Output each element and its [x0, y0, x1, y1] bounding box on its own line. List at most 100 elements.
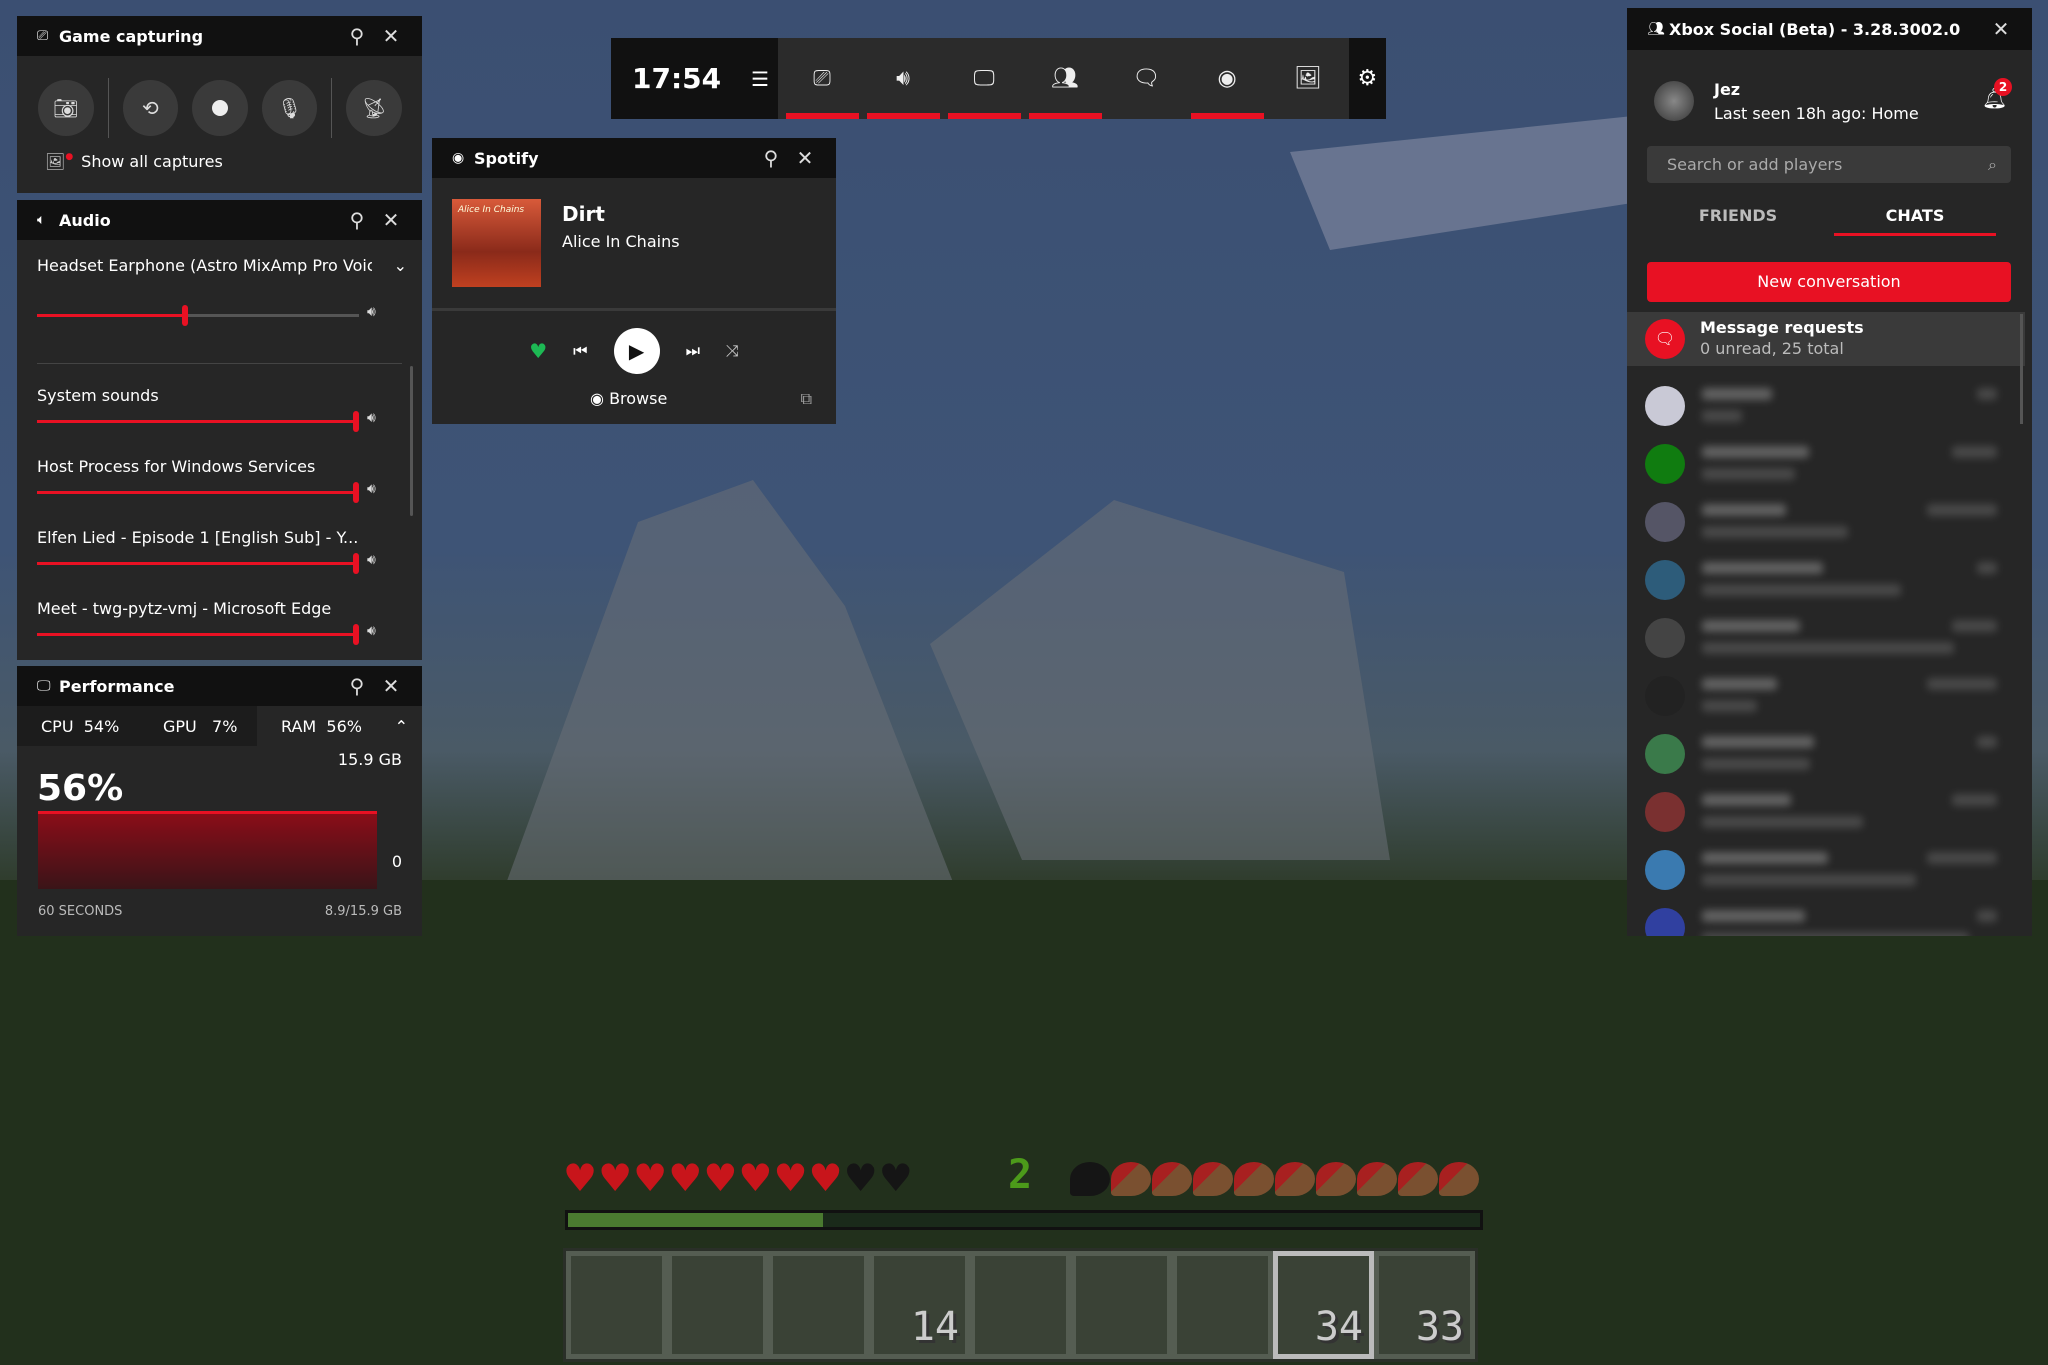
- drumstick-icon: [1193, 1162, 1233, 1196]
- pin-icon[interactable]: ⚲: [340, 208, 374, 232]
- chat-item[interactable]: [1627, 492, 2017, 550]
- chat-item[interactable]: [1627, 724, 2017, 782]
- active-indicator: [866, 113, 940, 119]
- avatar: [1645, 676, 1685, 716]
- notifications-button[interactable]: 🔔︎ 2: [1982, 78, 2012, 110]
- record-last-button[interactable]: ⟲: [122, 80, 179, 136]
- album-art: Alice In Chains: [452, 199, 541, 287]
- active-indicator: [785, 113, 859, 119]
- settings-button[interactable]: ⚙: [1348, 38, 1386, 119]
- hotbar-slot-crafting-table[interactable]: [566, 1251, 667, 1359]
- close-icon[interactable]: ✕: [374, 24, 408, 48]
- next-track-button[interactable]: ⏭: [686, 341, 700, 361]
- cpu-tab[interactable]: CPU 54%: [17, 717, 141, 736]
- performance-widget-button[interactable]: 🖵: [944, 38, 1025, 119]
- browse-button[interactable]: ◉ Browse: [590, 389, 667, 408]
- spotify-icon: ◉: [590, 389, 604, 408]
- hotbar-slot-wooden-sword[interactable]: [768, 1251, 869, 1359]
- xbox-social-panel: 👥︎ Xbox Social (Beta) - 3.28.3002.0 ✕ Jez …: [1627, 8, 2032, 936]
- chat-item[interactable]: [1627, 608, 2017, 666]
- speaker-icon[interactable]: 🔊︎: [367, 552, 376, 568]
- chat-item[interactable]: [1627, 550, 2017, 608]
- chat-item[interactable]: [1627, 376, 2017, 434]
- previous-track-button[interactable]: ⏮: [573, 341, 587, 361]
- show-all-captures-link[interactable]: 🖼︎● Show all captures: [45, 152, 223, 171]
- chevron-up-icon[interactable]: ⌃: [395, 717, 408, 736]
- speaker-icon[interactable]: 🔊︎: [367, 410, 376, 426]
- avatar[interactable]: [1654, 81, 1694, 121]
- master-volume-slider[interactable]: [37, 305, 359, 326]
- devices-icon[interactable]: ⧉: [801, 389, 812, 409]
- active-indicator: [947, 113, 1021, 119]
- speaker-icon[interactable]: 🔊︎: [367, 623, 376, 639]
- hotbar-slot-birch-planks[interactable]: 14: [869, 1251, 970, 1359]
- pin-icon[interactable]: ⚲: [340, 24, 374, 48]
- close-icon[interactable]: ✕: [374, 674, 408, 698]
- chevron-down-icon: ⌄: [393, 256, 407, 275]
- speaker-icon[interactable]: 🔊︎: [367, 304, 376, 320]
- avatar: [1645, 908, 1685, 936]
- hotbar-slot-wooden-pickaxe[interactable]: [1071, 1251, 1172, 1359]
- social-widget-button[interactable]: 👥︎: [1025, 38, 1106, 119]
- audio-app-label: Host Process for Windows Services: [37, 457, 316, 476]
- people-icon: 👥︎: [1051, 66, 1080, 91]
- speaker-icon[interactable]: 🔊︎: [367, 481, 376, 497]
- search-box[interactable]: Search or add players ⌕: [1647, 146, 2011, 183]
- chat-item[interactable]: [1627, 666, 2017, 724]
- mountain: [930, 500, 1390, 860]
- chat-item[interactable]: [1627, 898, 2017, 936]
- broadcast-button[interactable]: 📡︎: [346, 80, 403, 136]
- pin-icon[interactable]: ⚲: [340, 674, 374, 698]
- hotbar-slot-wheat-seeds[interactable]: 33: [1374, 1251, 1475, 1359]
- gpu-tab[interactable]: GPU 7%: [141, 717, 257, 736]
- hotbar-slot-seeds[interactable]: 34: [1273, 1251, 1374, 1359]
- chat-item[interactable]: [1627, 840, 2017, 898]
- chat-widget-button[interactable]: 🗨: [1106, 38, 1187, 119]
- close-icon[interactable]: ✕: [1984, 17, 2018, 41]
- close-icon[interactable]: ✕: [788, 146, 822, 170]
- app-volume-slider[interactable]: [37, 553, 359, 574]
- avatar: [1645, 444, 1685, 484]
- tab-friends[interactable]: FRIENDS: [1647, 206, 1829, 225]
- monitor-chart-icon: 🖵: [37, 678, 51, 694]
- new-conversation-button[interactable]: New conversation: [1647, 262, 2011, 302]
- pin-icon[interactable]: ⚲: [754, 146, 788, 170]
- ram-chart: [38, 811, 377, 889]
- scrollbar[interactable]: [410, 366, 413, 516]
- capture-widget-button[interactable]: ⎚: [782, 38, 863, 119]
- message-requests-item[interactable]: 🗨 Message requests 0 unread, 25 total: [1627, 312, 2025, 366]
- user-name: Jez: [1714, 80, 1741, 99]
- gallery-widget-button[interactable]: 🖼︎: [1268, 38, 1349, 119]
- play-button[interactable]: ▶: [613, 328, 660, 374]
- heart-icon: ♥: [843, 1156, 878, 1200]
- shuffle-button[interactable]: ⤨: [726, 341, 739, 361]
- chat-item[interactable]: [1627, 434, 2017, 492]
- spotify-widget-button[interactable]: ◉: [1187, 38, 1268, 119]
- scrollbar[interactable]: [2020, 314, 2023, 424]
- record-button[interactable]: [192, 80, 248, 136]
- audio-widget-button[interactable]: 🔊︎: [863, 38, 944, 119]
- app-volume-slider[interactable]: [37, 624, 359, 645]
- xp-level: 2: [1008, 1152, 1033, 1198]
- tab-chats[interactable]: CHATS: [1834, 206, 1996, 236]
- app-volume-slider[interactable]: [37, 482, 359, 503]
- game-bar: 17:54 ☰ ⎚ 🔊︎ 🖵 👥︎ 🗨 ◉ 🖼︎ ⚙: [611, 38, 1386, 119]
- menu-icon[interactable]: ☰: [751, 67, 769, 91]
- heart-icon: ♥: [633, 1156, 668, 1200]
- app-volume-slider[interactable]: [37, 411, 359, 432]
- mic-toggle-button[interactable]: 🎙︎: [261, 80, 318, 136]
- hotbar-slot-raw-beef[interactable]: [1172, 1251, 1273, 1359]
- close-icon[interactable]: ✕: [374, 208, 408, 232]
- spotify-icon: ◉: [1217, 66, 1237, 91]
- screenshot-button[interactable]: 📷︎: [38, 80, 94, 136]
- search-input[interactable]: Search or add players: [1667, 155, 1842, 174]
- chat-item[interactable]: [1627, 782, 2017, 840]
- ram-tab[interactable]: RAM 56% ⌃: [257, 706, 422, 746]
- webcam-icon: ⎚: [813, 66, 831, 91]
- hotbar-slot-wooden-shovel[interactable]: [667, 1251, 768, 1359]
- hotbar-slot-sapling[interactable]: [970, 1251, 1071, 1359]
- heart-icon: ♥: [703, 1156, 738, 1200]
- device-select[interactable]: Headset Earphone (Astro MixAmp Pro Voic ⌄: [37, 256, 407, 275]
- heart-icon[interactable]: ♥: [529, 339, 547, 363]
- audio-app-label: Meet - twg-pytz-vmj - Microsoft Edge: [37, 599, 332, 618]
